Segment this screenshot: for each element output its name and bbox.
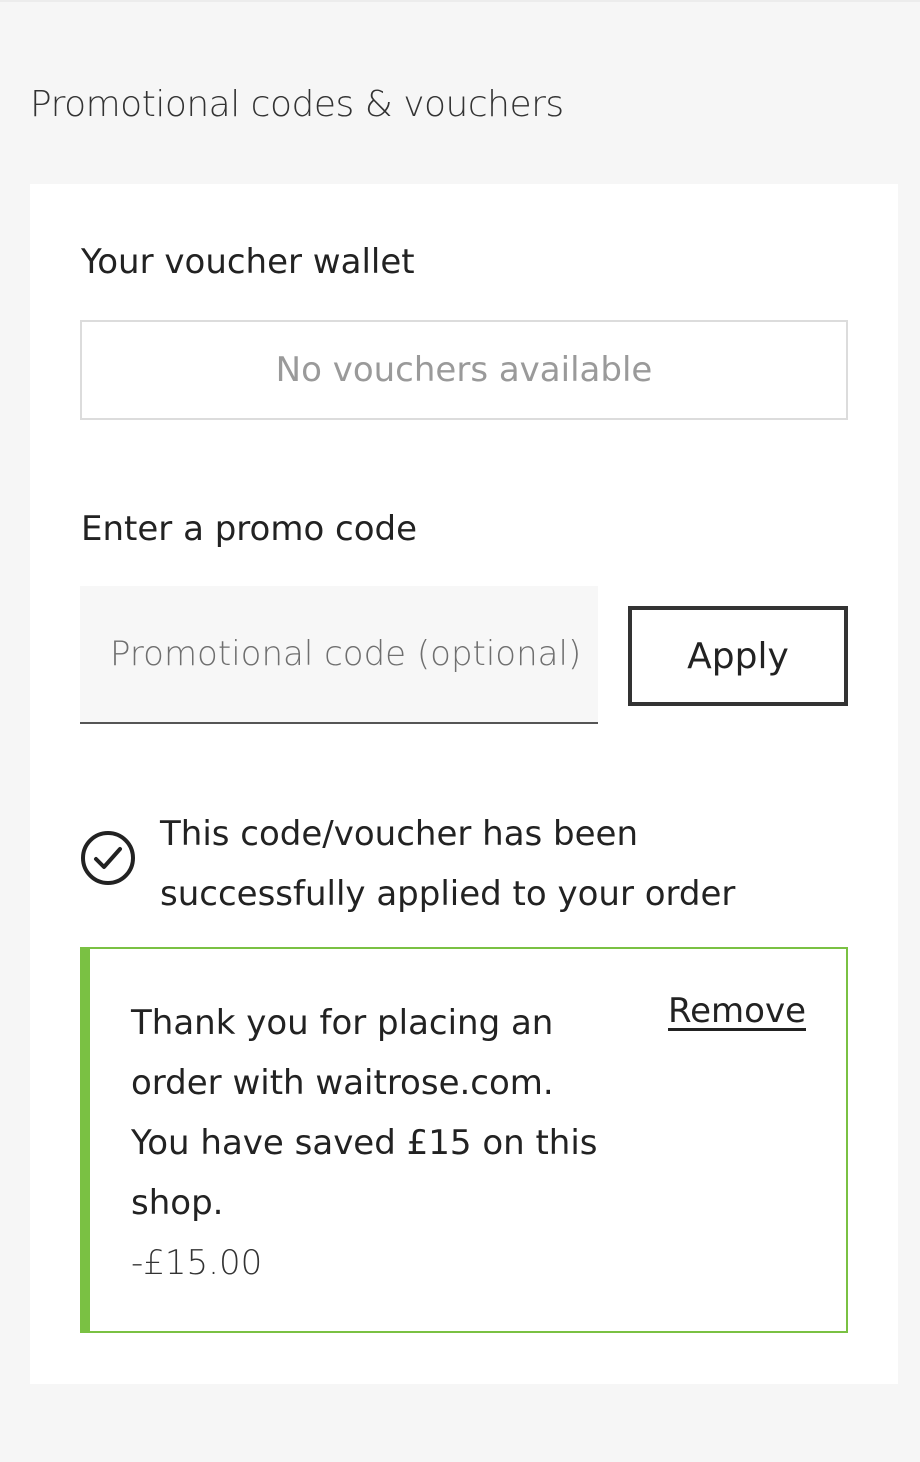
voucher-amount: -£15.00: [131, 1243, 263, 1283]
voucher-wallet-box: No vouchers available: [80, 320, 848, 420]
section-title: Promotional codes & vouchers: [30, 84, 564, 125]
success-message: This code/voucher has been successfully …: [80, 804, 850, 924]
applied-voucher-card: Thank you for placing an order with wait…: [80, 947, 848, 1333]
promo-code-title: Enter a promo code: [81, 509, 418, 549]
voucher-message: Thank you for placing an order with wait…: [131, 1003, 598, 1223]
check-circle-icon: [81, 831, 135, 885]
apply-button[interactable]: Apply: [628, 606, 848, 706]
voucher-wallet-title: Your voucher wallet: [81, 242, 415, 282]
promo-card: Your voucher wallet No vouchers availabl…: [30, 184, 898, 1384]
top-divider: [0, 0, 920, 2]
remove-voucher-link[interactable]: Remove: [668, 991, 806, 1031]
success-text: This code/voucher has been successfully …: [160, 814, 736, 914]
no-vouchers-message: No vouchers available: [275, 350, 653, 390]
promo-code-input[interactable]: [80, 586, 598, 724]
